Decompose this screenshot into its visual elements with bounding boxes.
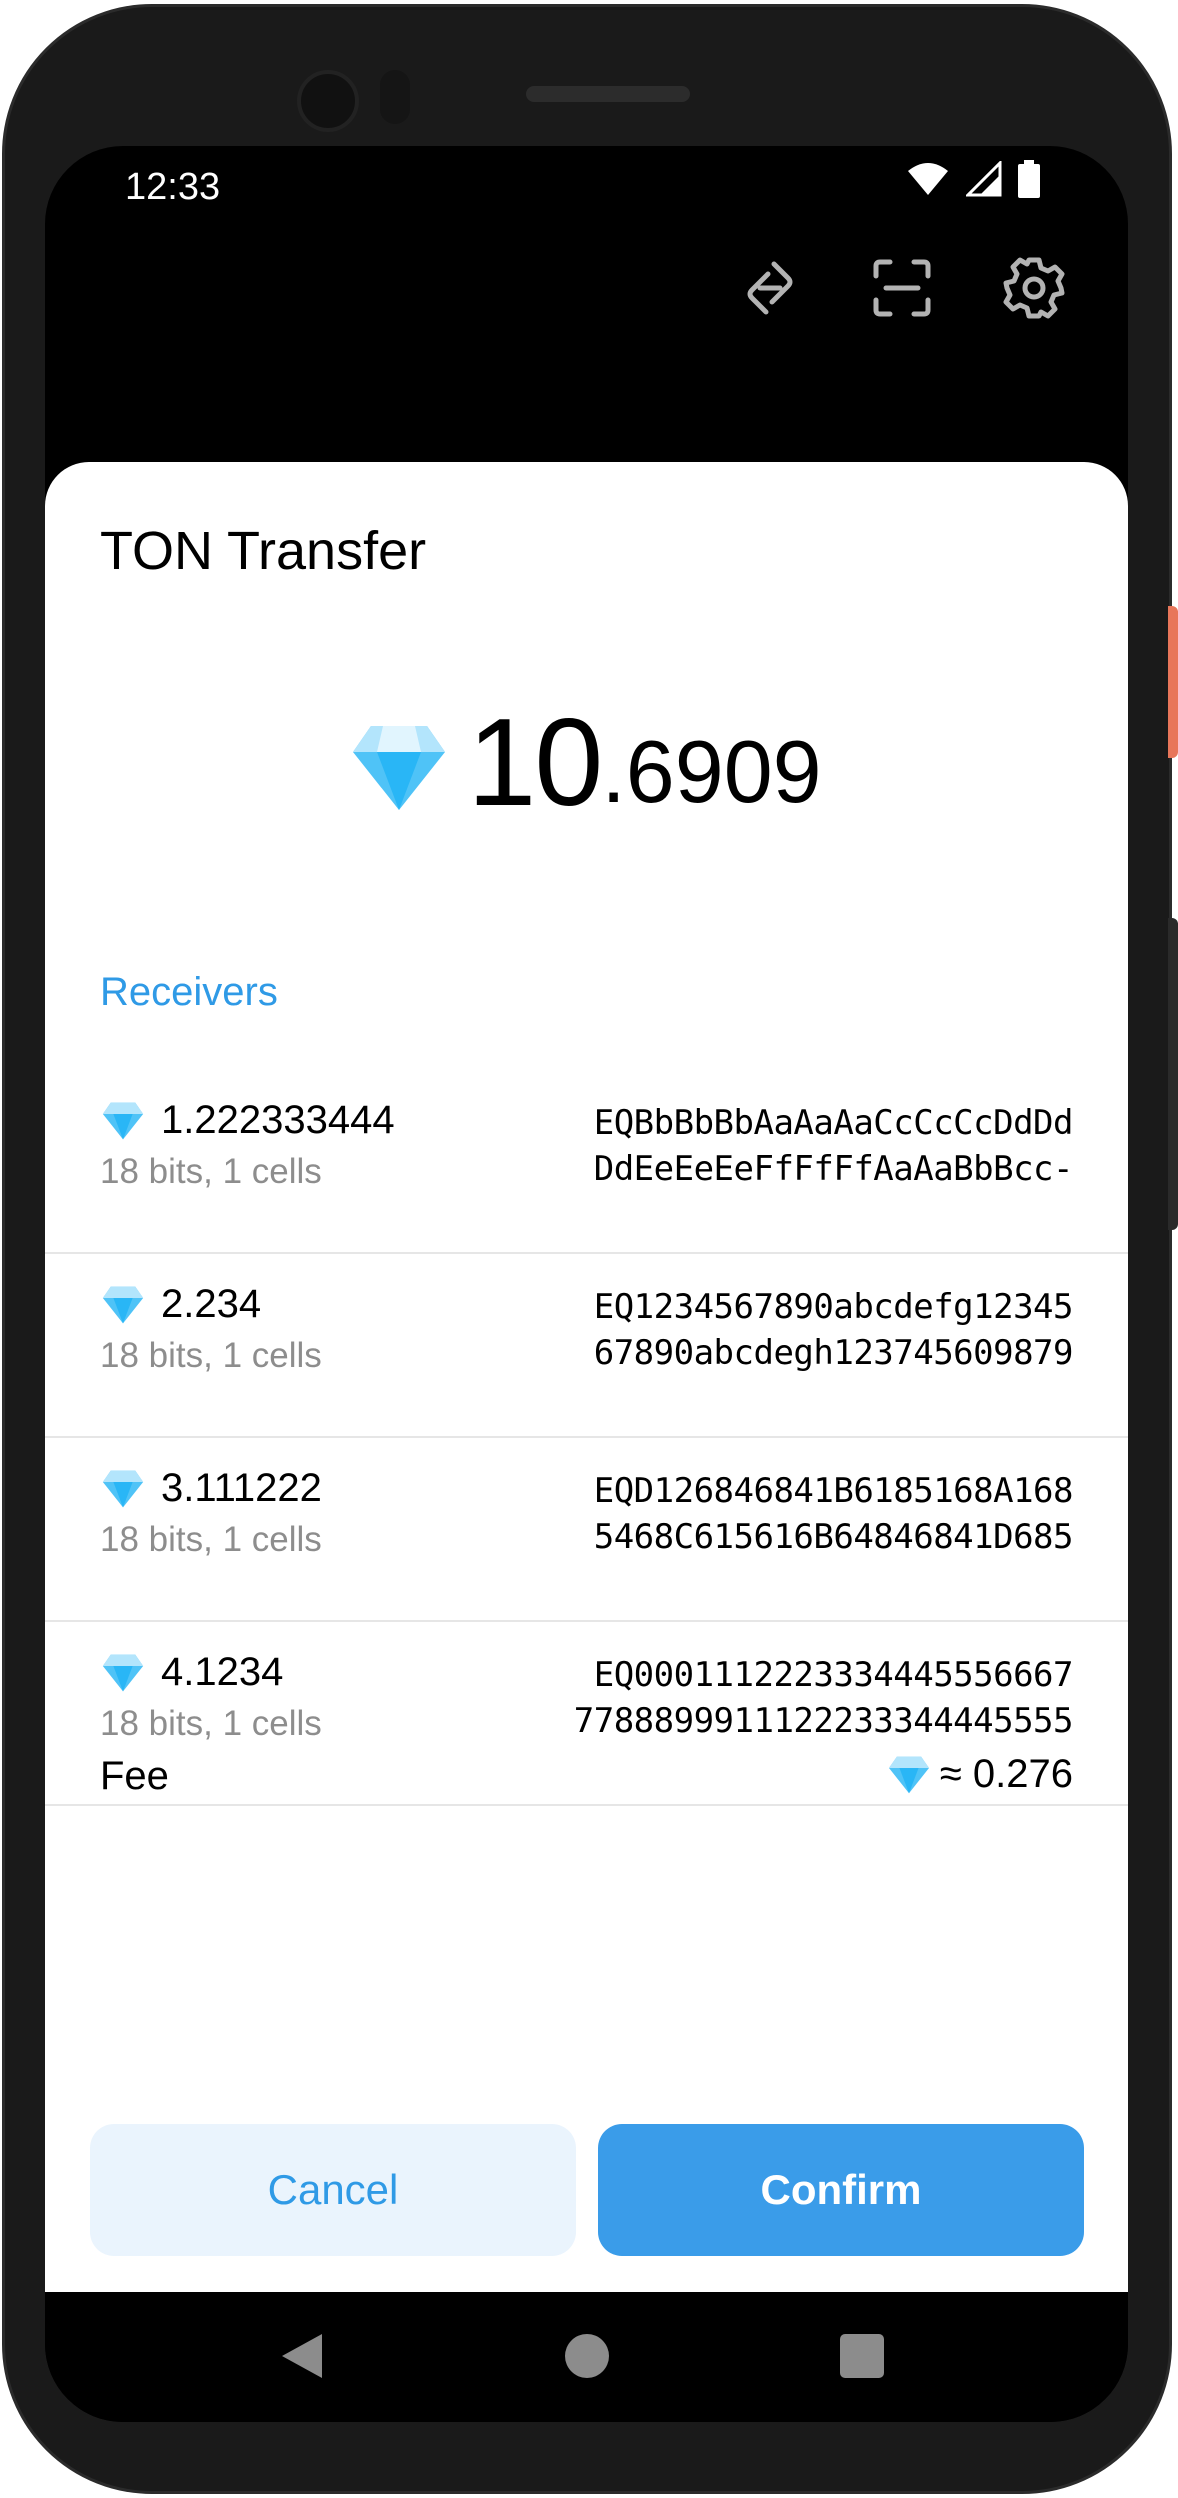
receiver-payload-info: 18 bits, 1 cells bbox=[100, 1152, 322, 1191]
receiver-address-line: 5468C615616B64846841D685 bbox=[593, 1517, 1074, 1557]
receiver-address-line: EQ1234567890abcdefg12345 bbox=[593, 1287, 1074, 1327]
cancel-button[interactable]: Cancel bbox=[90, 2124, 576, 2256]
volume-button bbox=[1168, 918, 1178, 1230]
status-time: 12:33 bbox=[125, 166, 221, 208]
receiver-payload-info: 18 bits, 1 cells bbox=[100, 1704, 322, 1743]
screen: 12:33 TON Transfer 10 .6909 Receivers 1.… bbox=[45, 146, 1128, 2422]
receiver-address: EQBbBbBbAaAaAaCcCcCcDdDd DdEeEeEeFfFfFfA… bbox=[553, 1100, 1074, 1192]
fee-value: ≈ 0.276 bbox=[888, 1752, 1073, 1797]
recents-icon[interactable] bbox=[840, 2334, 884, 2378]
front-camera bbox=[297, 70, 359, 132]
home-icon[interactable] bbox=[565, 2334, 609, 2378]
fee-amount: ≈ 0.276 bbox=[939, 1752, 1073, 1796]
ton-gem-icon bbox=[102, 1286, 144, 1324]
amount-fraction: .6909 bbox=[601, 722, 822, 821]
ton-gem-icon bbox=[353, 726, 446, 810]
fee-label: Fee bbox=[100, 1754, 169, 1798]
receiver-amount: 1.222333444 bbox=[161, 1098, 395, 1142]
earpiece-speaker bbox=[526, 86, 690, 102]
receiver-payload-info: 18 bits, 1 cells bbox=[100, 1336, 322, 1375]
receiver-amount: 2.234 bbox=[161, 1282, 262, 1326]
sensor bbox=[380, 70, 410, 124]
link-icon[interactable] bbox=[738, 256, 802, 320]
receiver-amount: 3.111222 bbox=[161, 1466, 322, 1510]
transfer-sheet: TON Transfer 10 .6909 Receivers 1.222333… bbox=[45, 462, 1128, 2292]
system-nav-bar bbox=[45, 2292, 1128, 2422]
receiver-row: 1.222333444 18 bits, 1 cells EQBbBbBbAaA… bbox=[45, 1070, 1128, 1254]
ton-gem-icon bbox=[102, 1470, 144, 1508]
battery-icon bbox=[1018, 160, 1040, 198]
status-icons bbox=[906, 160, 1040, 198]
scan-icon[interactable] bbox=[870, 256, 934, 320]
receiver-address: EQD126846841B6185168A168 5468C615616B648… bbox=[553, 1468, 1074, 1560]
receiver-address: EQ1234567890abcdefg12345 67890abcdegh123… bbox=[553, 1284, 1074, 1376]
ton-gem-icon bbox=[102, 1102, 144, 1140]
receiver-address-line: EQ0001112223334445556667 bbox=[593, 1655, 1074, 1695]
receiver-amount: 4.1234 bbox=[161, 1650, 284, 1694]
receiver-address-line: 7788899911122233344445555 bbox=[573, 1701, 1074, 1741]
sheet-title: TON Transfer bbox=[100, 521, 427, 581]
total-amount: 10 .6909 bbox=[45, 692, 1128, 834]
receiver-row: 2.234 18 bits, 1 cells EQ1234567890abcde… bbox=[45, 1254, 1128, 1438]
gear-icon[interactable] bbox=[1002, 256, 1066, 320]
receivers-label: Receivers bbox=[100, 970, 278, 1014]
confirm-button[interactable]: Confirm bbox=[598, 2124, 1084, 2256]
wifi-icon bbox=[908, 163, 948, 195]
receiver-payload-info: 18 bits, 1 cells bbox=[100, 1520, 322, 1559]
power-button bbox=[1168, 606, 1178, 758]
receiver-address-line: DdEeEeEeFfFfFfAaAaBbBcc- bbox=[593, 1149, 1074, 1189]
receiver-address-line: EQD126846841B6185168A168 bbox=[593, 1471, 1074, 1511]
receiver-address: EQ0001112223334445556667 778889991112223… bbox=[553, 1652, 1074, 1744]
receiver-address-line: EQBbBbBbAaAaAaCcCcCcDdDd bbox=[593, 1103, 1074, 1143]
ton-gem-icon bbox=[102, 1654, 144, 1692]
back-icon[interactable] bbox=[280, 2332, 324, 2380]
ton-gem-icon bbox=[888, 1756, 929, 1793]
signal-icon bbox=[966, 161, 1002, 197]
receiver-address-line: 67890abcdegh123745609879 bbox=[593, 1333, 1074, 1373]
receiver-row: 3.111222 18 bits, 1 cells EQD126846841B6… bbox=[45, 1438, 1128, 1622]
amount-integer: 10 bbox=[467, 694, 603, 832]
